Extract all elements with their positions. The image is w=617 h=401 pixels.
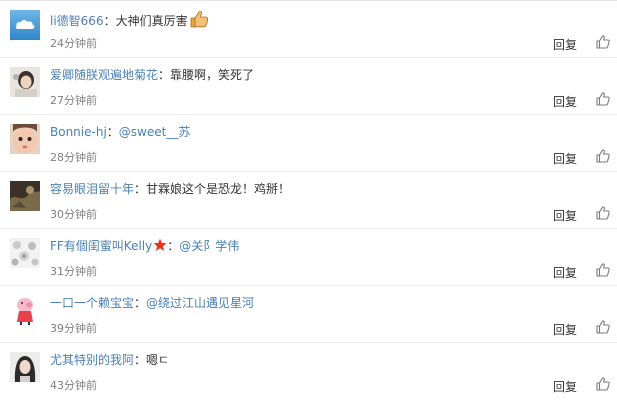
reply-button[interactable]: 回复 — [553, 150, 577, 167]
comment-time: 28分钟前 — [50, 151, 97, 164]
comment-username[interactable]: 容易眼泪留十年 — [50, 182, 134, 196]
like-thumb-icon[interactable] — [596, 92, 610, 106]
comment-row: 一口一个赖宝宝：@绕过江山遇见星河 39分钟前 回复 — [0, 286, 617, 343]
comment-username[interactable]: li德智666 — [50, 14, 104, 28]
red-star-icon — [153, 238, 167, 256]
like-thumb-icon[interactable] — [596, 149, 610, 163]
separator: ： — [134, 353, 147, 367]
avatar[interactable] — [10, 67, 40, 97]
reply-button[interactable]: 回复 — [553, 93, 577, 110]
reply-button[interactable]: 回复 — [553, 264, 577, 281]
separator: ： — [106, 125, 119, 139]
comment-mention[interactable]: @绕过江山遇见星河 — [146, 296, 254, 310]
woman-avatar-icon — [10, 352, 40, 382]
comment-row: 容易眼泪留十年：甘霖娘这个是恐龙！鸡掰！ 30分钟前 回复 — [0, 172, 617, 229]
comment-line: li德智666：大神们真厉害 — [50, 10, 209, 32]
pig-avatar-icon — [10, 295, 40, 325]
comment-time: 27分钟前 — [50, 94, 97, 107]
like-thumb-icon[interactable] — [596, 206, 610, 220]
separator: ： — [134, 182, 147, 196]
avatar[interactable] — [10, 295, 40, 325]
comment-text: 甘霖娘这个是恐龙！鸡掰！ — [146, 182, 291, 196]
reply-button[interactable]: 回复 — [553, 36, 577, 53]
separator: ： — [158, 68, 171, 82]
comment-username[interactable]: 一口一个赖宝宝 — [50, 296, 134, 310]
separator: ： — [167, 239, 180, 253]
baby-avatar-icon — [10, 124, 40, 154]
comment-line: 一口一个赖宝宝：@绕过江山遇见星河 — [50, 295, 254, 311]
comment-username[interactable]: FF有個闺蜜叫Kelly — [50, 239, 152, 253]
pattern-avatar-icon — [10, 238, 40, 268]
comment-row: Bonnie-hj：@sweet__苏 28分钟前 回复 — [0, 115, 617, 172]
avatar[interactable] — [10, 124, 40, 154]
comment-username[interactable]: Bonnie-hj — [50, 125, 107, 139]
comment-time: 31分钟前 — [50, 265, 97, 278]
comment-line: 爱卿随朕观遍地菊花：靠腰啊，笑死了 — [50, 67, 254, 83]
comment-text: 靠腰啊，笑死了 — [170, 68, 255, 82]
dark-avatar-icon — [10, 181, 40, 211]
avatar[interactable] — [10, 352, 40, 382]
comment-line: FF有個闺蜜叫Kelly ：@关阝学伟 — [50, 238, 239, 256]
avatar[interactable] — [10, 238, 40, 268]
reply-button[interactable]: 回复 — [553, 321, 577, 338]
like-thumb-icon[interactable] — [596, 320, 610, 334]
reply-button[interactable]: 回复 — [553, 378, 577, 395]
comment-time: 43分钟前 — [50, 379, 97, 392]
like-thumb-icon[interactable] — [596, 35, 610, 49]
comment-list: li德智666：大神们真厉害 24分钟前 回复 爱卿随朕观遍地菊花：靠腰啊，笑死… — [0, 0, 617, 400]
comment-line: 尤其特别的我阿：嗯ㄷ — [50, 352, 169, 368]
avatar[interactable] — [10, 181, 40, 211]
comment-mention[interactable]: @关阝学伟 — [179, 239, 239, 253]
separator: ： — [103, 14, 116, 28]
reply-button[interactable]: 回复 — [553, 207, 577, 224]
comment-username[interactable]: 尤其特别的我阿 — [50, 353, 134, 367]
comment-username[interactable]: 爱卿随朕观遍地菊花 — [50, 68, 158, 82]
like-thumb-icon[interactable] — [596, 263, 610, 277]
comment-line: 容易眼泪留十年：甘霖娘这个是恐龙！鸡掰！ — [50, 181, 290, 197]
girl-avatar-icon — [10, 67, 40, 97]
comment-line: Bonnie-hj：@sweet__苏 — [50, 124, 190, 140]
comment-row: li德智666：大神们真厉害 24分钟前 回复 — [0, 1, 617, 58]
comment-time: 24分钟前 — [50, 37, 97, 50]
separator: ： — [134, 296, 147, 310]
comment-time: 30分钟前 — [50, 208, 97, 221]
comment-text: 嗯ㄷ — [146, 353, 170, 367]
comment-row: 尤其特别的我阿：嗯ㄷ 43分钟前 回复 — [0, 343, 617, 401]
avatar[interactable] — [10, 10, 40, 40]
comment-row: FF有個闺蜜叫Kelly ：@关阝学伟 31分钟前 回复 — [0, 229, 617, 286]
thumbs-up-emoji-icon — [189, 10, 209, 32]
comment-mention[interactable]: @sweet__苏 — [119, 125, 191, 139]
comment-row: 爱卿随朕观遍地菊花：靠腰啊，笑死了 27分钟前 回复 — [0, 58, 617, 115]
comment-time: 39分钟前 — [50, 322, 97, 335]
comment-text: 大神们真厉害 — [115, 14, 188, 28]
cloud-avatar-icon — [10, 10, 40, 40]
like-thumb-icon[interactable] — [596, 377, 610, 391]
